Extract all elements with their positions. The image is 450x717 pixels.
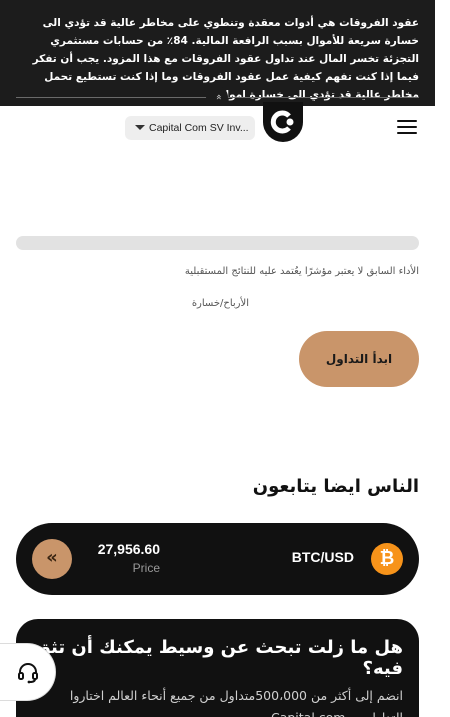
capital-com-logo-icon [270,110,294,134]
hamburger-icon[interactable] [397,120,417,136]
section-title: الناس ايضا يتابعون [252,476,419,497]
chevron-down-icon [135,125,145,131]
collapse-icon[interactable]: « [206,86,228,108]
chart-skeleton [16,236,419,250]
bitcoin-icon: ₿ [371,543,403,575]
entity-select-value: Capital Com SV Inv... [149,122,249,134]
chevron-left-icon[interactable]: « [32,539,72,579]
ticker-card[interactable] [16,523,419,595]
promo-text: انضم إلى أكثر من 500،000متداول من جميع أ… [69,688,403,717]
ticker-price-label: Price [132,561,160,575]
ticker-pair: BTC/USD [291,549,354,565]
ticker-price: 27,956.60 [97,541,160,557]
profit-loss-label: الأرباح/خسارة [191,298,249,309]
start-trading-button[interactable]: ابدأ التداول [299,331,419,387]
headset-icon [18,663,38,684]
entity-select[interactable]: Capital Com SV Inv... [125,116,255,140]
support-button[interactable] [0,643,56,701]
past-performance-disclaimer: الأداء السابق لا يعتبر مؤشرًا يعُتمد علي… [184,266,419,277]
promo-title: هل ما زلت تبحث عن وسيط يمكنك أن تثق فيه؟ [34,637,403,679]
logo[interactable] [263,102,303,142]
